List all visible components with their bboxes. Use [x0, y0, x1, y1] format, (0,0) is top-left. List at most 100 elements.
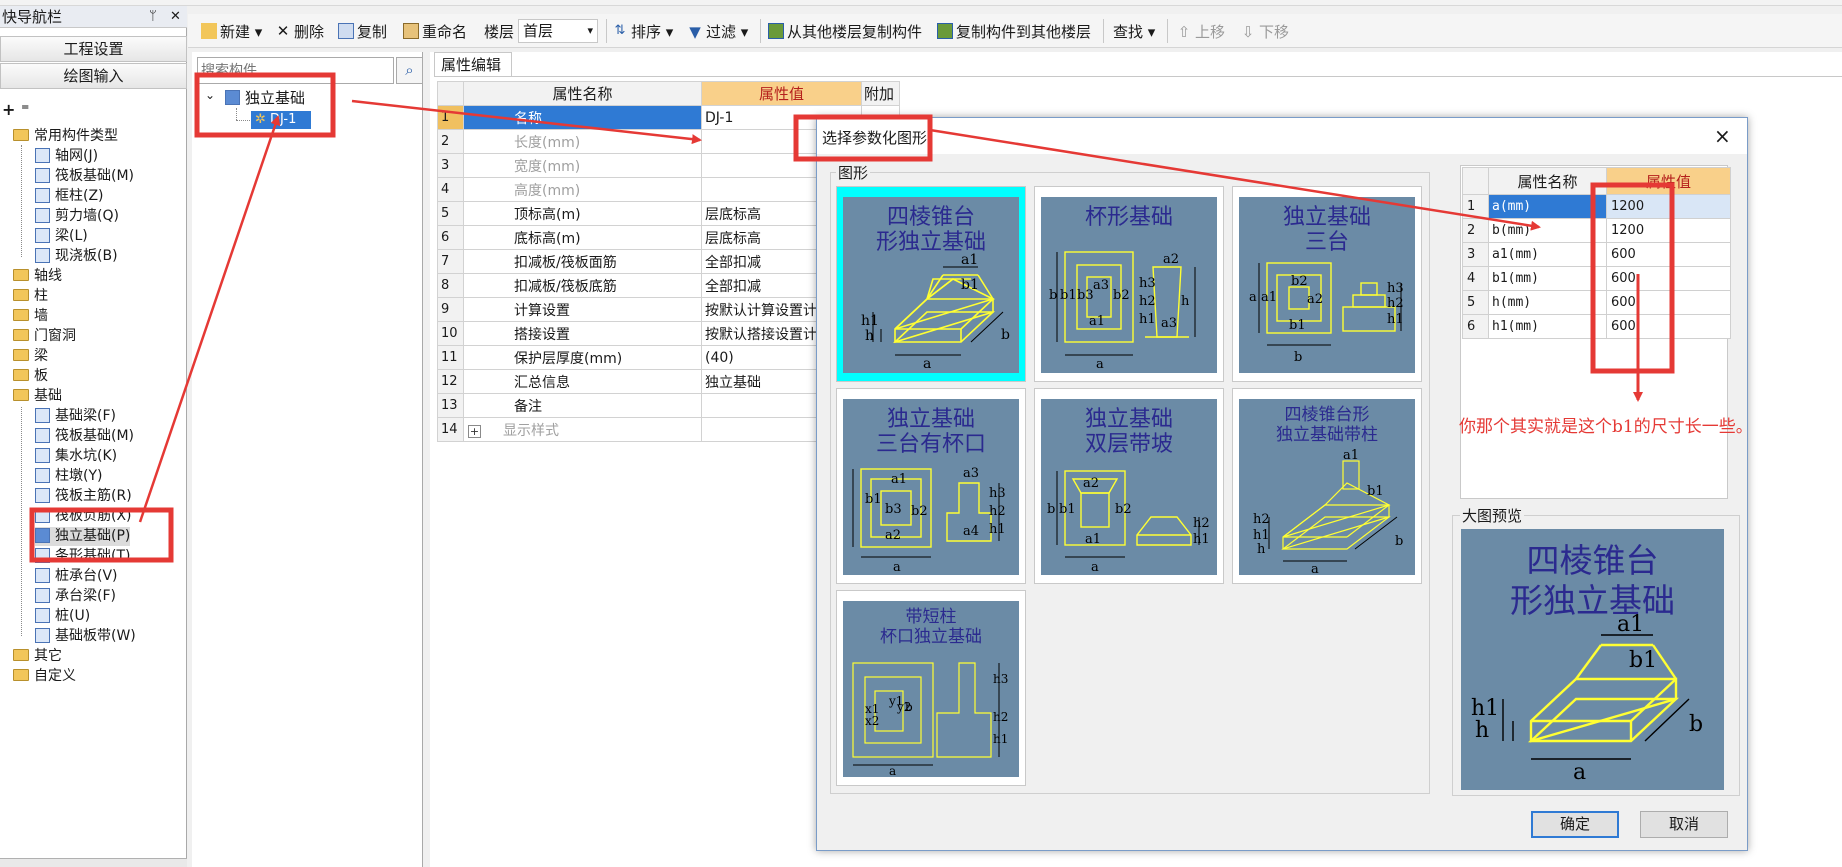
component-search-input[interactable]	[197, 57, 394, 84]
foundation-beam-icon	[35, 407, 50, 423]
shape-card-three-step-cup-footing[interactable]: 独立基础 三台有杯口 a1 a3 b1 b3 b2 h3 h2 h1 a2 a4…	[836, 388, 1026, 584]
shape-card-three-step-footing[interactable]: 独立基础 三台 a a1 b2 a2 b1 h3 h2 h1 b	[1232, 186, 1422, 382]
svg-text:b: b	[1047, 502, 1055, 517]
svg-text:a1: a1	[1343, 448, 1359, 463]
property-value-header: 属性值	[701, 81, 862, 106]
tree-item-pile-cap[interactable]: 桩承台(V)	[35, 567, 118, 586]
table-row[interactable]: 6 h1(mm) 600	[1462, 314, 1731, 339]
slab-icon	[35, 247, 50, 263]
drawing-input-button[interactable]: 绘图输入	[0, 63, 187, 89]
svg-text:h2: h2	[993, 710, 1008, 724]
move-down-button[interactable]: ⇩ 下移	[1240, 21, 1289, 42]
tree-item-foundation-beam[interactable]: 基础梁(F)	[35, 407, 116, 426]
svg-text:b1: b1	[1060, 288, 1077, 303]
tree-folder-axis[interactable]: 轴线	[13, 267, 62, 286]
shape-thumbnail: 独立基础 三台有杯口 a1 a3 b1 b3 b2 h3 h2 h1 a2 a4…	[843, 399, 1019, 575]
shape-card-short-column-cup-footing[interactable]: 带短柱 杯口独立基础 x1 x2 y1 y2 h3 h2 h1 a b	[836, 590, 1026, 786]
dialog-title: 选择参数化图形	[822, 129, 928, 147]
svg-text:b2: b2	[1113, 288, 1130, 303]
tree-folder-openings[interactable]: 门窗洞	[13, 327, 76, 346]
strip-footing-icon	[35, 547, 50, 563]
filter-button[interactable]: ▼ 过滤 ▾	[687, 21, 748, 42]
tab-property-edit[interactable]: 属性编辑	[434, 52, 512, 77]
tree-item-shear-wall[interactable]: 剪力墙(Q)	[35, 207, 119, 226]
table-row[interactable]: 1 a(mm) 1200	[1462, 194, 1731, 219]
move-up-button[interactable]: ⇧ 上移	[1176, 21, 1225, 42]
shape-card-pyramid-footing[interactable]: 四棱锥台 形独立基础 a1 b1 h1 h a b	[836, 186, 1026, 382]
tree-folder-wall[interactable]: 墙	[13, 307, 48, 326]
shape-card-pyramid-footing-with-column[interactable]: 四棱锥台形 独立基础带柱 a1 b1 h2 h1 h b a	[1232, 388, 1422, 584]
delete-button[interactable]: ✕ 删除	[275, 21, 324, 42]
search-icon[interactable]: ⌕	[396, 57, 423, 84]
svg-text:a1: a1	[1089, 314, 1105, 329]
three-step-cup-footing-drawing: a1 a3 b1 b3 b2 h3 h2 h1 a2 a4 a	[852, 466, 1006, 575]
pin-icon[interactable]: ᛘ	[149, 6, 157, 28]
component-group-isolated-footing[interactable]: 独立基础	[225, 89, 305, 108]
tree-folder-common[interactable]: 常用构件类型	[13, 127, 118, 146]
tree-item-strip-footing[interactable]: 条形基础(T)	[35, 547, 130, 566]
close-icon[interactable]: ✕	[170, 6, 181, 28]
tree-folder-other[interactable]: 其它	[13, 647, 62, 666]
rename-icon	[403, 22, 419, 39]
shape-thumbnail: 独立基础 双层带坡 a2 b b1 b2 h2 h1 a1 a	[1041, 399, 1217, 575]
tree-item-raft-negative-rebar[interactable]: 筏板负筋(X)	[35, 507, 132, 526]
chevron-down-icon[interactable]: ⌄	[205, 88, 215, 102]
svg-text:a4: a4	[963, 524, 979, 539]
tree-item-raft-foundation-2[interactable]: 筏板基础(M)	[35, 427, 134, 446]
tree-item-raft-foundation[interactable]: 筏板基础(M)	[35, 167, 134, 186]
tree-expand-collapse-icon[interactable]: + ⁼	[2, 100, 29, 119]
tree-folder-custom[interactable]: 自定义	[13, 667, 76, 686]
tree-folder-beam[interactable]: 梁	[13, 347, 48, 366]
find-button[interactable]: 查找 ▾	[1113, 21, 1155, 42]
svg-text:a1: a1	[891, 472, 907, 487]
new-button[interactable]: 新建 ▾	[201, 21, 262, 42]
tree-folder-slab[interactable]: 板	[13, 367, 48, 386]
sort-button[interactable]: ⇅ 排序 ▾	[612, 21, 674, 42]
svg-text:a: a	[893, 560, 901, 575]
svg-text:a: a	[889, 764, 896, 777]
table-row[interactable]: 4 b1(mm) 600	[1462, 266, 1731, 291]
ok-button[interactable]: 确定	[1531, 811, 1619, 838]
svg-text:b3: b3	[1077, 288, 1094, 303]
row-number-header	[437, 81, 464, 106]
isolated-footing-icon	[225, 90, 240, 105]
table-row[interactable]: 2 b(mm) 1200	[1462, 218, 1731, 243]
copy-button[interactable]: 复制	[338, 21, 387, 42]
shape-card-cup-footing[interactable]: 杯形基础 a2 b b1 b3 a3 b2 h3 h2 h1 h a1 a3 a	[1034, 186, 1224, 382]
copy-to-other-floors-button[interactable]: 复制构件到其他楼层	[937, 21, 1091, 42]
tree-item-cap-beam[interactable]: 承台梁(F)	[35, 587, 116, 606]
tree-item-frame-column[interactable]: 框柱(Z)	[35, 187, 104, 206]
floor-select[interactable]: 首层 ▾	[518, 19, 598, 43]
project-settings-button[interactable]: 工程设置	[0, 36, 187, 62]
svg-text:h: h	[865, 328, 874, 344]
svg-text:h: h	[1181, 294, 1190, 309]
tree-item-foundation-strip[interactable]: 基础板带(W)	[35, 627, 136, 646]
component-item-dj1[interactable]: ✲ DJ-1	[251, 111, 311, 129]
rename-button[interactable]: 重命名	[403, 21, 467, 42]
folder-open-icon	[13, 389, 29, 401]
chevron-down-icon: ▾	[587, 24, 593, 37]
expand-icon[interactable]: +	[468, 424, 481, 438]
shape-card-two-layer-slope-footing[interactable]: 独立基础 双层带坡 a2 b b1 b2 h2 h1 a1 a	[1034, 388, 1224, 584]
tree-item-raft-main-rebar[interactable]: 筏板主筋(R)	[35, 487, 132, 506]
tree-item-sump[interactable]: 集水坑(K)	[35, 447, 117, 466]
tree-folder-foundation[interactable]: 基础	[13, 387, 62, 406]
tree-item-grid[interactable]: 轴网(J)	[35, 147, 98, 166]
rebar-icon	[35, 487, 50, 503]
tree-item-beam[interactable]: 梁(L)	[35, 227, 88, 246]
tree-item-column-pier[interactable]: 柱墩(Y)	[35, 467, 102, 486]
folder-open-icon	[13, 129, 29, 141]
table-row[interactable]: 5 h(mm) 600	[1462, 290, 1731, 315]
svg-text:h1: h1	[1253, 528, 1270, 543]
tree-item-cast-slab[interactable]: 现浇板(B)	[35, 247, 118, 266]
tree-item-pile[interactable]: 桩(U)	[35, 607, 90, 626]
copy-from-other-floors-button[interactable]: 从其他楼层复制构件	[768, 21, 922, 42]
preview-image: 四棱锥台 形独立基础 a1 b1 h1 h a b	[1461, 529, 1724, 790]
tree-item-isolated-footing[interactable]: 独立基础(P)	[35, 527, 131, 546]
tree-folder-column[interactable]: 柱	[13, 287, 48, 306]
close-icon[interactable]: ×	[1714, 124, 1731, 148]
sump-icon	[35, 447, 50, 463]
svg-text:a: a	[1573, 760, 1586, 785]
table-row[interactable]: 3 a1(mm) 600	[1462, 242, 1731, 267]
cancel-button[interactable]: 取消	[1640, 811, 1728, 838]
